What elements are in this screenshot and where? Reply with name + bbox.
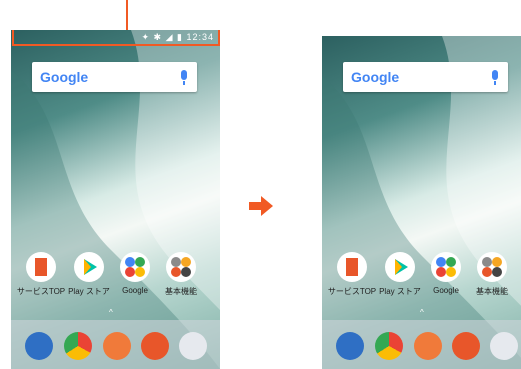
transition-arrow-icon xyxy=(249,196,273,216)
google-logo: Google xyxy=(351,69,399,85)
app-service-top[interactable]: サービスTOP xyxy=(16,252,66,297)
au-service-icon xyxy=(26,252,56,282)
sms-icon[interactable] xyxy=(414,332,442,360)
app-play-store[interactable]: Play ストア xyxy=(64,252,114,297)
phone-icon[interactable] xyxy=(25,332,53,360)
google-search-bar[interactable]: Google xyxy=(32,62,197,92)
app-label: サービスTOP xyxy=(16,287,66,296)
dock xyxy=(11,320,220,369)
app-label: Play ストア xyxy=(68,287,110,296)
app-basic-functions[interactable]: 基本機能 xyxy=(156,252,206,297)
app-google-folder[interactable]: Google xyxy=(110,252,160,295)
basic-functions-folder-icon xyxy=(477,252,507,282)
app-label: Google xyxy=(122,286,148,295)
camera-icon[interactable] xyxy=(179,332,207,360)
play-store-icon xyxy=(74,252,104,282)
google-search-bar[interactable]: Google xyxy=(343,62,508,92)
google-logo: Google xyxy=(40,69,88,85)
dock xyxy=(322,320,521,369)
sms-icon[interactable] xyxy=(103,332,131,360)
play-store-icon xyxy=(385,252,415,282)
app-label: Play ストア xyxy=(379,287,421,296)
status-bar-highlight xyxy=(12,30,220,46)
app-label: Google xyxy=(433,286,459,295)
callout-line xyxy=(126,0,128,30)
google-logo-text: Google xyxy=(351,69,400,85)
google-logo-text: Google xyxy=(40,69,89,85)
app-google-folder[interactable]: Google xyxy=(421,252,471,295)
app-play-store[interactable]: Play ストア xyxy=(375,252,425,297)
google-folder-icon xyxy=(120,252,150,282)
email-icon[interactable] xyxy=(452,332,480,360)
mic-icon[interactable] xyxy=(492,70,498,85)
basic-functions-folder-icon xyxy=(166,252,196,282)
google-folder-icon xyxy=(431,252,461,282)
home-screen-after: Google サービスTOP Play ストア Google 基本機能 ^ xyxy=(322,36,521,369)
home-screen-before: ✦ ✱ ◢ ▮ 12:34 Google サービスTOP Play ストア Go… xyxy=(11,30,220,369)
app-label: 基本機能 xyxy=(165,287,197,296)
app-label: 基本機能 xyxy=(476,287,508,296)
au-service-icon xyxy=(337,252,367,282)
chrome-icon[interactable] xyxy=(375,332,403,360)
phone-icon[interactable] xyxy=(336,332,364,360)
app-label: サービスTOP xyxy=(327,287,377,296)
camera-icon[interactable] xyxy=(490,332,518,360)
app-drawer-chevron-icon[interactable]: ^ xyxy=(420,308,430,317)
app-drawer-chevron-icon[interactable]: ^ xyxy=(109,308,119,317)
app-basic-functions[interactable]: 基本機能 xyxy=(467,252,517,297)
chrome-icon[interactable] xyxy=(64,332,92,360)
app-service-top[interactable]: サービスTOP xyxy=(327,252,377,297)
mic-icon[interactable] xyxy=(181,70,187,85)
email-icon[interactable] xyxy=(141,332,169,360)
